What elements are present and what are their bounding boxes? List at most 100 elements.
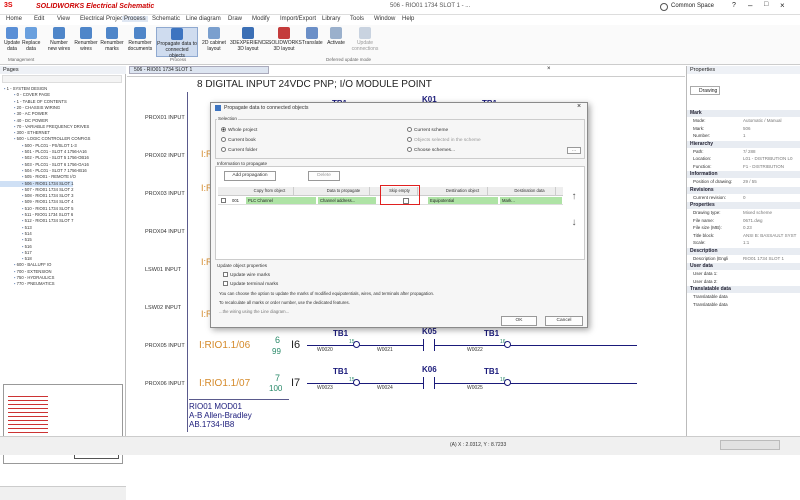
minimize-icon[interactable]: – <box>748 1 752 10</box>
property-row[interactable]: File size (MB): 0.23 <box>687 225 800 232</box>
property-row[interactable]: Translatable data <box>687 294 800 301</box>
user-icon[interactable] <box>660 3 668 11</box>
tree-item[interactable]: ▪ 30 - AC POWER <box>0 111 48 117</box>
3dexperience-layout-button[interactable]: 3DEXPERIENCE 3D layout <box>230 27 269 52</box>
property-section-header[interactable]: Description <box>687 247 800 255</box>
tree-item[interactable]: ▪ 300 - ETHERNET <box>0 130 50 136</box>
tree-item[interactable]: ▪ 500 - LOGIC CONTROLLER CONFIGS <box>0 136 90 142</box>
add-propagation-button[interactable]: Add propagation <box>224 171 276 181</box>
update-terminal-marks-checkbox[interactable] <box>223 281 228 286</box>
tree-item[interactable]: ▪ 770 - PNEUMATICS <box>0 281 55 287</box>
tab-document[interactable]: 506 - RIO01 1734 SLOT 1 <box>129 66 269 74</box>
menu-line-diagram[interactable]: Line diagram <box>186 16 221 22</box>
move-down-icon[interactable]: ↓ <box>568 217 580 229</box>
tree-item[interactable]: ▪ 518 <box>0 256 32 262</box>
tree-item[interactable]: ▪ 600 - BALLUFF IO <box>0 262 51 268</box>
option-current-scheme[interactable]: Current scheme <box>407 127 448 133</box>
menu-electrical-project[interactable]: Electrical Project <box>80 16 125 22</box>
update-connections-button[interactable]: Update connections <box>350 27 380 52</box>
update-wire-marks-checkbox[interactable] <box>223 272 228 277</box>
tree-item[interactable]: ▪ 505 - RIO01 - REMOTE I/O <box>0 174 76 180</box>
renumber-documents-button[interactable]: Renumber documents <box>126 27 154 52</box>
property-row[interactable]: Number: 1 <box>687 133 800 140</box>
menu-view[interactable]: View <box>57 16 70 22</box>
tree-item[interactable]: ▪ 516 <box>0 244 32 250</box>
drawing-tab[interactable]: Drawing <box>690 86 720 95</box>
tree-item[interactable]: ▪ 517 <box>0 250 32 256</box>
property-row[interactable]: Mark: 506 <box>687 126 800 133</box>
propagate-data-button[interactable]: Propagate data to connected objects <box>156 27 198 59</box>
radio-objects-selected[interactable] <box>407 137 412 142</box>
menu-home[interactable]: Home <box>6 16 22 22</box>
property-section-header[interactable]: Hierarchy <box>687 140 800 148</box>
maximize-icon[interactable]: □ <box>764 1 768 8</box>
ok-button[interactable]: OK <box>501 316 537 326</box>
tree-item[interactable]: ▪ 506 - RIO01 1734 SLOT 1 <box>0 180 74 187</box>
property-section-header[interactable]: User data <box>687 263 800 270</box>
solidworks-3d-layout-button[interactable]: SOLIDWORKS 3D layout <box>268 27 302 52</box>
option-current-folder[interactable]: Current folder <box>221 147 257 153</box>
property-row[interactable]: User data 1: <box>687 271 800 278</box>
property-row[interactable]: File name: 0671.dwg <box>687 218 800 225</box>
row-copy-from[interactable]: PLC Channel <box>246 197 316 204</box>
radio-current-scheme[interactable] <box>407 127 412 132</box>
delete-button[interactable]: Delete <box>308 171 340 181</box>
tree-item[interactable]: ▪ 501 - PLC01 - SLOT 4 1756-IA16 <box>0 149 87 155</box>
browse-schemes-button[interactable]: ... <box>567 147 581 154</box>
radio-whole-project[interactable] <box>221 127 226 132</box>
activate-button[interactable]: Activate <box>326 27 346 46</box>
row-data-to-propagate[interactable]: Channel address... <box>318 197 376 204</box>
zoom-controls[interactable] <box>720 440 780 450</box>
update-terminal-marks-option[interactable]: Update terminal marks <box>223 281 278 287</box>
property-row[interactable]: Translatable data <box>687 302 800 309</box>
property-row[interactable]: Title block: ANSI B: BASSAULT SYST <box>687 233 800 240</box>
close-icon[interactable]: × <box>780 1 785 10</box>
property-row[interactable]: Mode: Automatic / Manual <box>687 118 800 125</box>
tree-item[interactable]: ▪ 1 - TABLE OF CONTENTS <box>0 99 67 105</box>
menu-help[interactable]: Help <box>402 16 414 22</box>
2d-cabinet-layout-button[interactable]: 2D cabinet layout <box>200 27 228 52</box>
radio-current-folder[interactable] <box>221 147 226 152</box>
option-whole-project[interactable]: Whole project <box>221 127 257 133</box>
menu-import-export[interactable]: Import/Export <box>280 16 316 22</box>
option-current-book[interactable]: Current book <box>221 137 256 143</box>
menu-library[interactable]: Library <box>322 16 340 22</box>
user-name[interactable]: Common Space <box>671 3 714 9</box>
tree-item[interactable]: ▪ 511 - RIO01 1734 SLOT 6 <box>0 212 73 218</box>
menu-schematic[interactable]: Schematic <box>152 16 180 22</box>
property-section-header[interactable]: Translatable data <box>687 286 800 293</box>
menu-modify[interactable]: Modify <box>252 16 270 22</box>
move-up-icon[interactable]: ↑ <box>568 191 580 203</box>
cancel-button[interactable]: Cancel <box>545 316 583 326</box>
radio-current-book[interactable] <box>221 137 226 142</box>
row-destination-data[interactable]: Mark... <box>500 197 562 204</box>
tab-close-icon[interactable]: × <box>547 66 551 72</box>
menu-edit[interactable]: Edit <box>34 16 44 22</box>
translate-button[interactable]: Translate <box>302 27 323 46</box>
menu-process[interactable]: Process <box>122 16 148 22</box>
replace-data-button[interactable]: Replace data <box>22 27 40 52</box>
tree-item[interactable]: ▪ 507 - RIO01 1734 SLOT 2 <box>0 187 73 193</box>
tree-item[interactable]: ▪ 512 - RIO01 1734 SLOT 7 <box>0 218 73 224</box>
property-section-header[interactable]: Mark <box>687 110 800 117</box>
property-row[interactable]: Current revision: 0 <box>687 195 800 202</box>
property-section-header[interactable]: Revisions <box>687 186 800 194</box>
property-row[interactable]: Drawing type: Mixed scheme <box>687 210 800 217</box>
tree-item[interactable]: ▪ 515 <box>0 237 32 243</box>
option-objects-selected[interactable]: Objects selected in the scheme <box>407 137 481 143</box>
tree-item[interactable]: ▪ 40 - DC POWER <box>0 118 48 124</box>
tree-item[interactable]: ▪ 503 - PLC01 - SLOT 6 1756-OA16 <box>0 162 89 168</box>
renumber-marks-button[interactable]: Renumber marks <box>100 27 124 52</box>
dialog-close-icon[interactable]: × <box>577 103 581 110</box>
property-row[interactable]: User data 2: <box>687 279 800 286</box>
property-row[interactable]: Function: F1 - DISTRIBUTION <box>687 164 800 171</box>
tree-item[interactable]: ▪ 20 - CHASSIS WIRING <box>0 105 60 111</box>
property-section-header[interactable]: Information <box>687 171 800 178</box>
number-new-wires-button[interactable]: Number new wires <box>46 27 72 52</box>
tree-item[interactable]: ▪ 502 - PLC01 - SLOT 5 1756-OB16 <box>0 155 89 161</box>
property-section-header[interactable]: Properties <box>687 202 800 209</box>
tree-item[interactable]: ▪ 1 - SYSTEM DESIGN <box>0 86 47 92</box>
property-row[interactable]: Description (Engli RIO01 1734 SLOT 1 <box>687 256 800 263</box>
menu-draw[interactable]: Draw <box>228 16 242 22</box>
property-row[interactable]: Position of drawing: 29 / 55 <box>687 179 800 186</box>
